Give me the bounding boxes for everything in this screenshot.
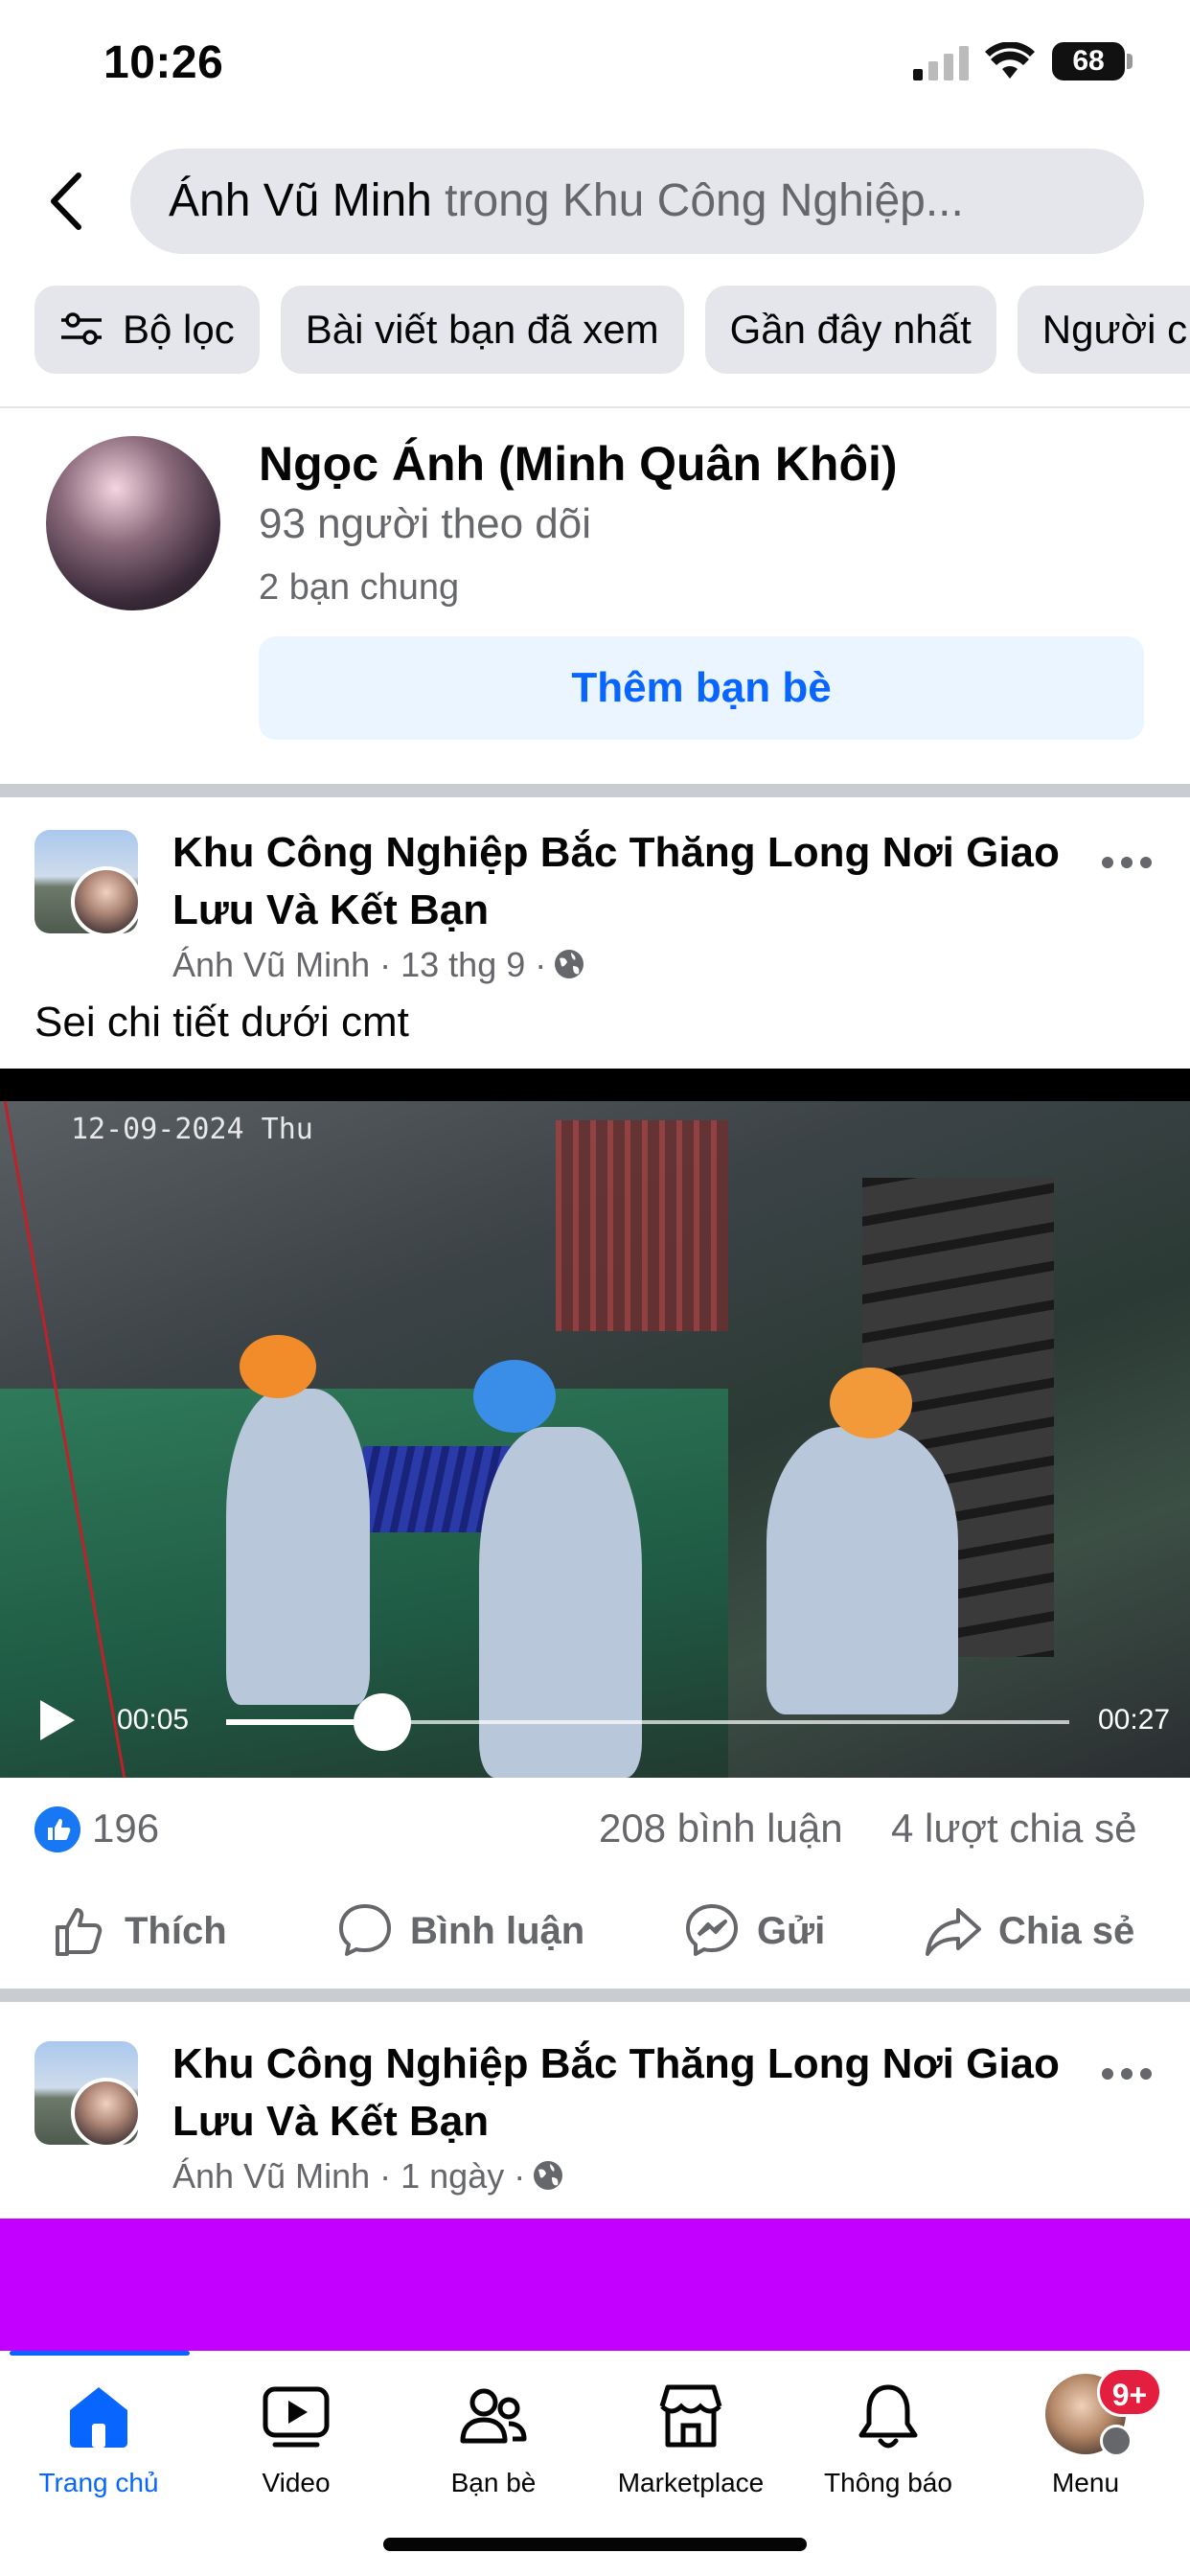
play-icon[interactable] [36, 1696, 79, 1744]
wifi-icon [985, 42, 1035, 79]
video-duration: 00:27 [1098, 1704, 1171, 1736]
share-label: Chia sẻ [998, 1910, 1135, 1952]
notification-badge: 9+ [1097, 2367, 1162, 2417]
author-avatar [71, 2078, 138, 2145]
globe-icon [555, 950, 584, 979]
filter-chips: Bộ lọc Bài viết bạn đã xem Gần đây nhất Ng… [34, 286, 1190, 374]
comment-label: Bình luận [410, 1910, 585, 1952]
video-hat [473, 1360, 556, 1433]
person-followers: 93 người theo dõi [259, 500, 591, 547]
group-avatar[interactable] [34, 2041, 138, 2145]
filter-button[interactable]: Bộ lọc [34, 286, 260, 374]
group-name[interactable]: Khu Công Nghiệp Bắc Thăng Long Nơi Giao … [172, 2036, 1073, 2150]
marketplace-icon [659, 2384, 722, 2448]
post-meta: Ánh Vũ Minh · 13 thg 9 · [172, 945, 586, 985]
tab-notifications[interactable]: Thông báo [790, 2351, 987, 2504]
tab-home-label: Trang chủ [38, 2468, 159, 2497]
video-rack [556, 1120, 728, 1331]
video-worker [767, 1427, 958, 1714]
video-frame [0, 1101, 1190, 1778]
tab-menu-label: Menu [1051, 2468, 1120, 2497]
share-count[interactable]: 4 lượt chia sẻ [891, 1806, 1136, 1852]
video-icon [263, 2386, 330, 2448]
back-icon[interactable] [38, 168, 96, 235]
send-button[interactable]: Gửi [682, 1893, 825, 1969]
tab-friends-label: Bạn bè [450, 2468, 537, 2497]
tab-notifications-label: Thông báo [824, 2468, 952, 2497]
friends-icon [460, 2388, 527, 2444]
tab-friends[interactable]: Bạn bè [395, 2351, 592, 2504]
video-worker [479, 1427, 642, 1778]
sliders-icon [61, 312, 102, 345]
video-scrubber-handle[interactable] [353, 1693, 411, 1751]
post-time[interactable]: 1 ngày [400, 2156, 504, 2196]
comment-icon [339, 1904, 391, 1957]
video-worker [226, 1389, 370, 1705]
like-reaction-icon [34, 1806, 80, 1852]
section-divider [0, 784, 1190, 797]
tab-home[interactable]: Trang chủ [0, 2351, 197, 2504]
section-divider [0, 1989, 1190, 2002]
chip-people[interactable]: Người c [1017, 286, 1190, 374]
messenger-icon [686, 1904, 738, 1957]
chip-viewed-posts[interactable]: Bài viết bạn đã xem [280, 286, 684, 374]
menu-hamburger-icon [1100, 2425, 1133, 2457]
like-button[interactable]: Thích [50, 1893, 227, 1969]
search-scope: trong Khu Công Nghiệp... [431, 175, 964, 226]
post-meta: Ánh Vũ Minh · 1 ngày · [172, 2156, 565, 2196]
like-count[interactable]: 196 [92, 1806, 159, 1852]
post-text: Sei chi tiết dưới cmt [34, 999, 409, 1046]
tab-video-label: Video [262, 2468, 331, 2497]
more-options-icon[interactable] [1100, 2055, 1154, 2093]
search-header: Ánh Vũ Minh trong Khu Công Nghiệp... [0, 129, 1190, 273]
battery-tip [1127, 54, 1133, 69]
author-avatar [71, 866, 138, 933]
group-name[interactable]: Khu Công Nghiệp Bắc Thăng Long Nơi Giao … [172, 824, 1073, 939]
post-author[interactable]: Ánh Vũ Minh [172, 945, 370, 984]
tab-video[interactable]: Video [197, 2351, 395, 2504]
video-hat [830, 1368, 912, 1438]
cellular-signal-icon [913, 46, 969, 80]
video-current-time: 00:05 [117, 1704, 190, 1736]
home-indicator[interactable] [383, 2538, 807, 2551]
person-name[interactable]: Ngọc Ánh (Minh Quân Khôi) [259, 436, 898, 492]
battery-indicator: 68 [1052, 42, 1125, 80]
tab-marketplace-label: Marketplace [617, 2468, 765, 2497]
add-friend-button[interactable]: Thêm bạn bè [259, 636, 1144, 740]
chip-most-recent[interactable]: Gần đây nhất [704, 286, 996, 374]
send-label: Gửi [757, 1910, 826, 1952]
post-media-block[interactable] [0, 2219, 1190, 2351]
video-hat [240, 1335, 316, 1398]
globe-icon [534, 2161, 563, 2191]
group-avatar[interactable] [34, 830, 138, 933]
comment-count[interactable]: 208 bình luận [599, 1806, 843, 1852]
more-options-icon[interactable] [1100, 843, 1154, 882]
share-button[interactable]: Chia sẻ [924, 1893, 1134, 1969]
video-player[interactable]: 12-09-2024 Thu [0, 1069, 1190, 1778]
person-mutual-friends: 2 bạn chung [259, 567, 460, 608]
home-icon [70, 2387, 127, 2448]
status-time: 10:26 [103, 37, 224, 88]
person-avatar[interactable] [46, 436, 220, 610]
post-time[interactable]: 13 thg 9 [400, 945, 525, 984]
tab-marketplace[interactable]: Marketplace [592, 2351, 790, 2504]
filter-label: Bộ lọc [123, 307, 235, 352]
search-input[interactable]: Ánh Vũ Minh trong Khu Công Nghiệp... [130, 149, 1144, 254]
like-label: Thích [125, 1910, 227, 1952]
comment-button[interactable]: Bình luận [335, 1893, 584, 1969]
share-icon [926, 1908, 981, 1957]
post-author[interactable]: Ánh Vũ Minh [172, 2156, 370, 2196]
thumbs-up-icon [56, 1908, 103, 1957]
status-bar: 10:26 68 [0, 0, 1190, 129]
video-overlay-timestamp: 12-09-2024 Thu [71, 1113, 313, 1146]
divider [0, 406, 1190, 408]
bell-icon [858, 2384, 918, 2449]
search-query: Ánh Vũ Minh [169, 175, 432, 226]
